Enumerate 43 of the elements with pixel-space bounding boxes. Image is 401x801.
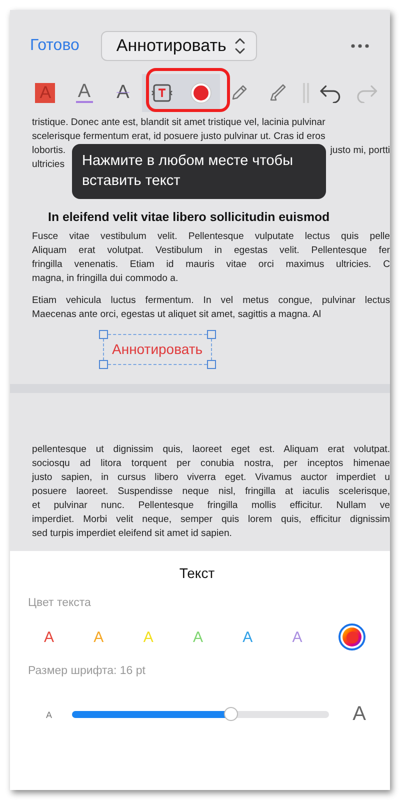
- color-wheel-icon[interactable]: [338, 623, 366, 651]
- marker-icon: [268, 83, 288, 103]
- document-text-line: Etiam vehicula luctus fermentum. In vel metus congue, pulvinar lectus: [32, 294, 390, 308]
- document-text-line: Fusce vitae vestibulum velit. Pellentesque vulputate lectus quis pelle: [32, 230, 390, 244]
- slider-thumb[interactable]: [224, 707, 238, 721]
- more-icon[interactable]: [350, 43, 370, 49]
- document-text-line: imperdiet. Morbi velit neque, semper quis lorem quis, efficitur dignissim: [32, 513, 390, 527]
- tooltip: Нажмите в любом месте чтобы вставить текст: [72, 144, 326, 199]
- panel-title: Текст: [178, 565, 216, 581]
- document-text-line: posuere laoreet. Suspendisse neque nisl, fringilla at iaculis scelerisque,: [32, 485, 390, 499]
- document-heading: In eleifend velit vitae libero sollicitudin euismod: [48, 210, 331, 224]
- document-text-line: et pulvinar nunc. Pellentesque fringilla mollis efficitur. Nullam ve: [32, 499, 390, 513]
- color-dot-icon: [190, 82, 212, 104]
- undo-icon[interactable]: [319, 83, 343, 103]
- document-text-line: sed turpis imperdiet eleifend sit amet id sapien.: [32, 527, 233, 541]
- document-text-line: Aliquam erat volutpat. Vestibulum in egestas velit. Pellentesque fer: [32, 244, 390, 258]
- document-text-line: magna, in fringilla dui commodo a.: [32, 272, 180, 286]
- small-size-label: A: [46, 710, 54, 720]
- document-text-line: justo mi, portti: [330, 144, 390, 158]
- document-text-line: ultricies: [32, 158, 65, 172]
- document-text-line: sociosqu ad litora torquent per conubia nostra, per inceptos himenae: [32, 457, 390, 471]
- document-text-line: tristique. Donec ante est, blandit sit amet tristique vel, lacinia pulvinar: [32, 116, 326, 130]
- text-color-option[interactable]: A: [90, 628, 108, 646]
- color-dot-tool[interactable]: [181, 74, 220, 112]
- document-text-line: Maecenas ante orci, egestas ut aliquet sit amet, sagittis a magna. Al: [32, 308, 322, 322]
- text-color-option[interactable]: A: [40, 628, 58, 646]
- document-text-line: justo sapien, in cursus libero viverra eget. Vivamus auctor imperdiet u: [32, 471, 390, 485]
- text-underline-tool[interactable]: A: [64, 74, 104, 112]
- font-size-label: Размер шрифта: 16 pt: [28, 665, 146, 677]
- text-color-option[interactable]: A: [188, 628, 207, 646]
- toolbar-separator: [303, 83, 310, 103]
- document-text-line: fringilla venenatis. Etiam id mauris vitae orci maximus ultricies. C: [32, 258, 390, 272]
- document-text-line: scelerisque fermentum erat, id posuere justo pulvinar ut. Cras id eros: [32, 130, 326, 144]
- chevron-up-down-icon: [234, 36, 246, 56]
- mode-selector[interactable]: Аннотировать: [101, 31, 258, 61]
- strikethrough-tool[interactable]: A: [104, 74, 142, 112]
- document-text-line: lobortis.: [32, 144, 66, 158]
- document-text-line: pellentesque ut dignissim quis, laoreet eget est. Aliquam erat volutpat.: [32, 443, 390, 457]
- text-color-option[interactable]: A: [288, 628, 306, 646]
- text-color-label: Цвет текста: [28, 597, 92, 609]
- text-color-option[interactable]: A: [238, 628, 257, 646]
- done-link[interactable]: Готово: [30, 37, 80, 55]
- large-size-label: A: [352, 703, 366, 726]
